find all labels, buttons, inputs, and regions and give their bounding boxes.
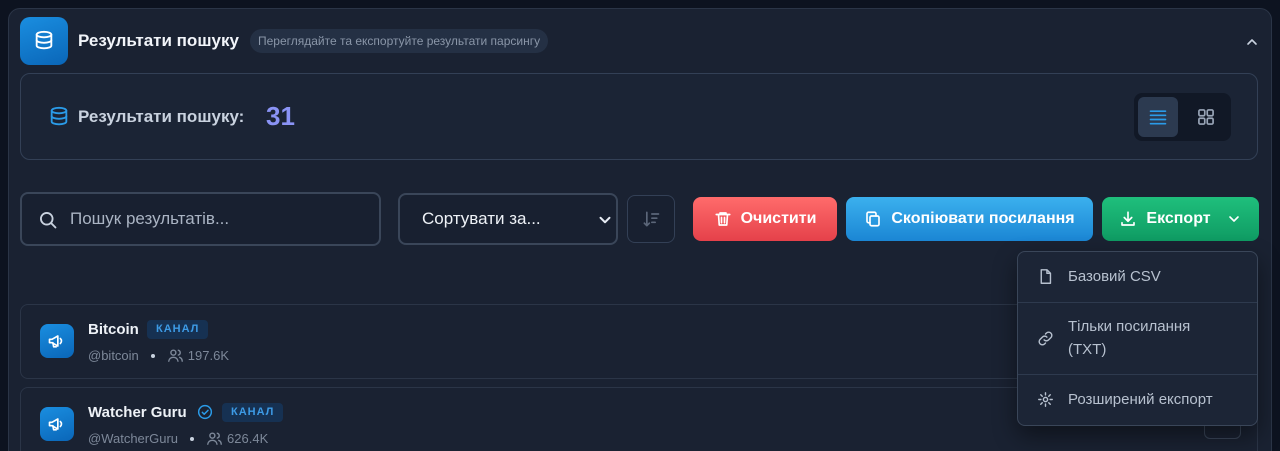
panel-title: Результати пошуку: [78, 31, 239, 50]
users-icon: [207, 432, 222, 445]
separator-dot: [150, 353, 155, 358]
search-box: [20, 192, 381, 246]
menu-item-advanced-export[interactable]: Розширений експорт: [1018, 375, 1257, 425]
sort-descending-icon: [643, 211, 660, 227]
chevron-down-icon: [1228, 216, 1239, 222]
link-icon: [1038, 331, 1053, 346]
file-icon: [1040, 269, 1052, 284]
result-handle: @WatcherGuru: [88, 431, 179, 446]
sort-select[interactable]: Сортувати за...: [398, 193, 618, 245]
trash-icon: [715, 212, 731, 226]
search-input[interactable]: [70, 194, 370, 244]
list-view-button[interactable]: [1138, 97, 1178, 137]
grid-icon: [1198, 109, 1214, 125]
grid-view-button[interactable]: [1186, 97, 1226, 137]
megaphone-icon: [40, 407, 74, 441]
database-icon: [20, 17, 68, 65]
result-meta: @bitcoin 197.6K: [88, 347, 229, 364]
collapse-button[interactable]: [1240, 30, 1264, 54]
list-icon: [1149, 110, 1167, 125]
result-name: Bitcoin: [88, 321, 139, 338]
type-badge: КАНАЛ: [147, 320, 209, 339]
separator-dot: [190, 436, 195, 441]
sort-direction-button[interactable]: [627, 195, 675, 243]
menu-item-label: Тільки посилання (TXT): [1068, 318, 1191, 358]
result-handle: @bitcoin: [88, 348, 139, 363]
type-badge: КАНАЛ: [222, 403, 284, 422]
users-icon: [167, 349, 183, 362]
menu-item-label: Розширений експорт: [1068, 391, 1213, 408]
export-button-label: Експорт: [1146, 210, 1211, 227]
copy-icon: [866, 211, 881, 227]
menu-item-basic-csv[interactable]: Базовий CSV: [1018, 252, 1257, 302]
download-icon: [1121, 211, 1136, 226]
panel-subtitle: Переглядайте та експортуйте результати п…: [250, 29, 549, 53]
view-toggle: [1134, 93, 1231, 141]
menu-item-label: Базовий CSV: [1068, 268, 1161, 285]
search-icon: [40, 212, 57, 229]
results-count-label: Результати пошуку:: [78, 107, 245, 126]
results-count: 31: [266, 101, 295, 131]
megaphone-icon: [40, 324, 74, 358]
result-members: 626.4K: [227, 431, 269, 446]
export-menu: Базовий CSV Тільки посилання (TXT) Розши…: [1017, 251, 1258, 426]
menu-item-links-txt[interactable]: Тільки посилання (TXT): [1018, 303, 1257, 374]
gear-icon: [1038, 392, 1053, 407]
result-meta: @WatcherGuru 626.4K: [88, 430, 268, 447]
clear-button-label: Очистити: [740, 210, 817, 227]
chevron-up-icon: [1247, 39, 1257, 45]
chevron-down-icon: [599, 216, 611, 224]
result-members: 197.6K: [187, 348, 229, 363]
copy-links-button-label: Скопіювати посилання: [891, 210, 1075, 227]
database-icon: [48, 106, 70, 133]
verified-icon: [197, 404, 213, 420]
export-button[interactable]: Експорт: [1102, 197, 1259, 241]
copy-links-button[interactable]: Скопіювати посилання: [846, 197, 1093, 241]
sort-select-value: Сортувати за...: [422, 209, 541, 228]
result-name: Watcher Guru: [88, 404, 187, 421]
clear-button[interactable]: Очистити: [693, 197, 837, 241]
